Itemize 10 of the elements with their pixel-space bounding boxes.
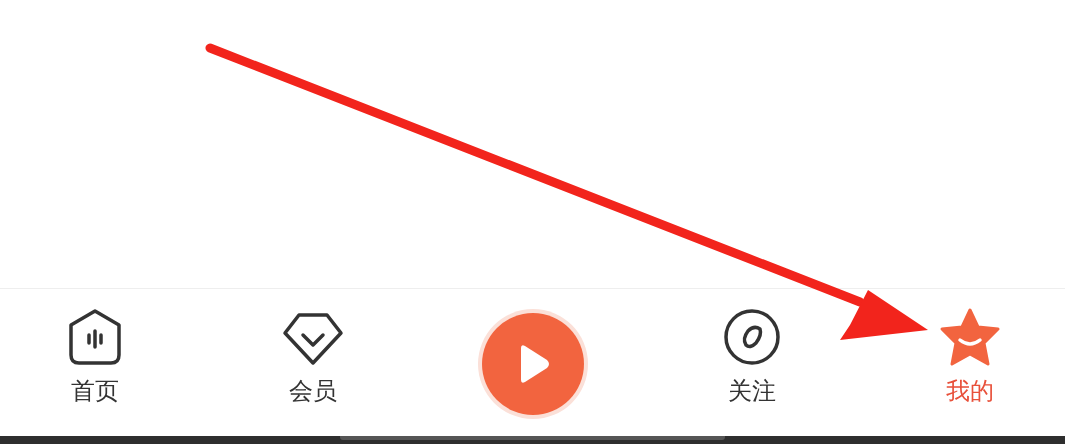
tab[interactable]: 我的	[920, 307, 1020, 405]
compass-icon	[721, 307, 782, 367]
tab[interactable]: 会员	[263, 307, 364, 405]
star-face-icon	[938, 307, 1002, 367]
tab-label: 会员	[289, 377, 338, 405]
tab-label: 我的	[946, 377, 994, 405]
tab[interactable]: 首页	[45, 307, 145, 405]
tab[interactable]: 关注	[701, 307, 802, 405]
tab-label: 关注	[727, 377, 776, 405]
tab-label: 首页	[71, 377, 119, 405]
